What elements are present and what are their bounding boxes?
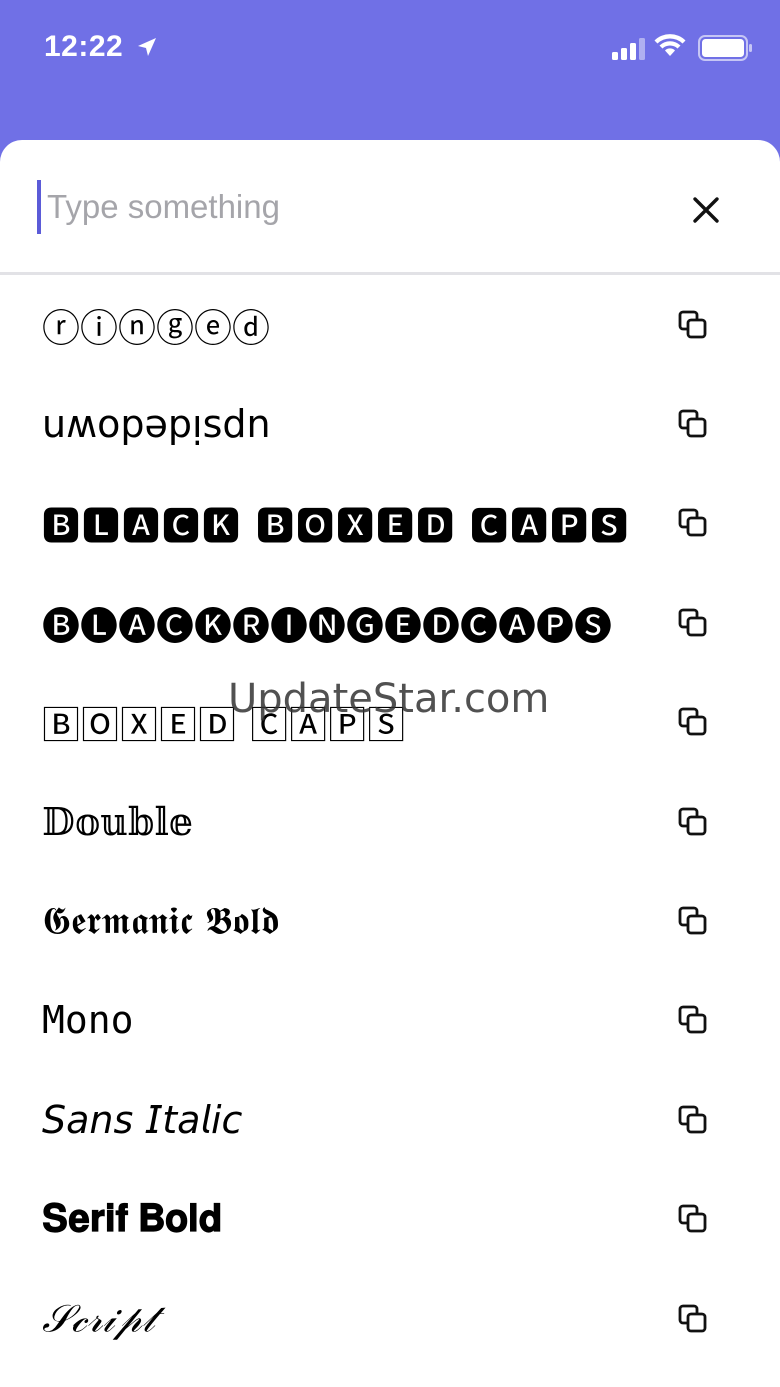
style-sample: 🄱🄾🅇🄴🄳 🄲🄰🄿🅂 (42, 703, 407, 748)
style-sample: 𝐒𝐞𝐫𝐢𝐟 𝐁𝐨𝐥𝐝 (42, 1198, 223, 1241)
style-row-script[interactable]: 𝒮𝒸𝓇𝒾𝓅𝓉 (0, 1269, 780, 1368)
style-sample: ⓡⓘⓝⓖⓔⓓ (42, 306, 271, 351)
copy-icon (678, 409, 707, 438)
wifi-icon (654, 34, 686, 62)
style-sample: 𝒮𝒸𝓇𝒾𝓅𝓉 (42, 1296, 155, 1341)
copy-button[interactable] (674, 1001, 712, 1039)
copy-button[interactable] (674, 703, 712, 741)
copy-button[interactable] (674, 504, 712, 542)
copy-button[interactable] (674, 1101, 712, 1139)
style-row-serif-bold[interactable]: 𝐒𝐞𝐫𝐢𝐟 𝐁𝐨𝐥𝐝 (0, 1170, 780, 1269)
copy-button[interactable] (674, 405, 712, 443)
copy-icon (678, 1006, 707, 1034)
text-caret (37, 180, 41, 234)
style-sample: 🅱🅻🅰🅲🅺 🅱🅾🆇🅴🅳 🅲🅰🅿🆂 (42, 504, 631, 549)
style-row-double[interactable]: 𝔻𝕠𝕦𝕓𝕝𝕖 (0, 772, 780, 871)
copy-icon (678, 1105, 707, 1134)
copy-button[interactable] (674, 803, 712, 841)
style-sample: 🅑🅛🅐🅒🅚🅡🅘🅝🅖🅔🅓🅒🅐🅟🅢 (42, 604, 613, 649)
copy-icon (678, 1304, 707, 1332)
style-row-upsidedown[interactable]: uʍopǝpᴉsdn (0, 374, 780, 473)
cellular-signal-icon (612, 38, 646, 64)
copy-icon (678, 310, 707, 339)
style-sample: 𝘚𝘢𝘯𝘴 𝘐𝘵𝘢𝘭𝘪𝘤 (42, 1097, 243, 1142)
font-sheet: ⓡⓘⓝⓖⓔⓓ uʍopǝpᴉsdn 🅱🅻🅰🅲🅺 🅱🅾🆇🅴🅳 🅲🅰🅿🆂 🅑🅛🅐🅒🅚… (0, 140, 780, 1387)
location-arrow-icon (136, 36, 158, 62)
style-row-germanic-bold[interactable]: 𝕲𝖊𝖗𝖒𝖆𝖓𝖎𝖈 𝕭𝖔𝖑𝖉 (0, 871, 780, 970)
copy-button[interactable] (674, 604, 712, 642)
style-sample: 𝕲𝖊𝖗𝖒𝖆𝖓𝖎𝖈 𝕭𝖔𝖑𝖉 (42, 898, 280, 943)
status-time: 12:22 (44, 30, 124, 63)
style-list: ⓡⓘⓝⓖⓔⓓ uʍopǝpᴉsdn 🅱🅻🅰🅲🅺 🅱🅾🆇🅴🅳 🅲🅰🅿🆂 🅑🅛🅐🅒🅚… (0, 275, 780, 1368)
copy-button[interactable] (674, 1200, 712, 1238)
style-sample: 𝙼𝚘𝚗𝚘 (42, 998, 134, 1043)
text-input[interactable] (47, 184, 607, 230)
copy-icon (678, 906, 707, 935)
style-row-boxed-caps[interactable]: 🄱🄾🅇🄴🄳 🄲🄰🄿🅂 (0, 673, 780, 772)
search-bar (0, 140, 780, 275)
style-row-mono[interactable]: 𝙼𝚘𝚗𝚘 (0, 971, 780, 1070)
style-row-ringed[interactable]: ⓡⓘⓝⓖⓔⓓ (0, 275, 780, 374)
close-button[interactable] (684, 188, 728, 232)
status-bar: 12:22 (0, 0, 780, 96)
copy-icon (678, 807, 707, 836)
copy-button[interactable] (674, 306, 712, 344)
copy-icon (678, 1204, 707, 1233)
copy-button[interactable] (674, 1300, 712, 1338)
copy-button[interactable] (674, 902, 712, 940)
style-sample: 𝔻𝕠𝕦𝕓𝕝𝕖 (42, 799, 194, 844)
style-row-sans-italic[interactable]: 𝘚𝘢𝘯𝘴 𝘐𝘵𝘢𝘭𝘪𝘤 (0, 1070, 780, 1169)
battery-icon (698, 35, 754, 65)
copy-icon (678, 707, 707, 736)
copy-icon (678, 509, 707, 537)
style-row-black-ringed-caps[interactable]: 🅑🅛🅐🅒🅚🅡🅘🅝🅖🅔🅓🅒🅐🅟🅢 (0, 573, 780, 672)
style-sample: uʍopǝpᴉsdn (42, 402, 271, 447)
close-icon (693, 197, 719, 223)
copy-icon (678, 608, 707, 637)
style-row-black-boxed-caps[interactable]: 🅱🅻🅰🅲🅺 🅱🅾🆇🅴🅳 🅲🅰🅿🆂 (0, 474, 780, 573)
